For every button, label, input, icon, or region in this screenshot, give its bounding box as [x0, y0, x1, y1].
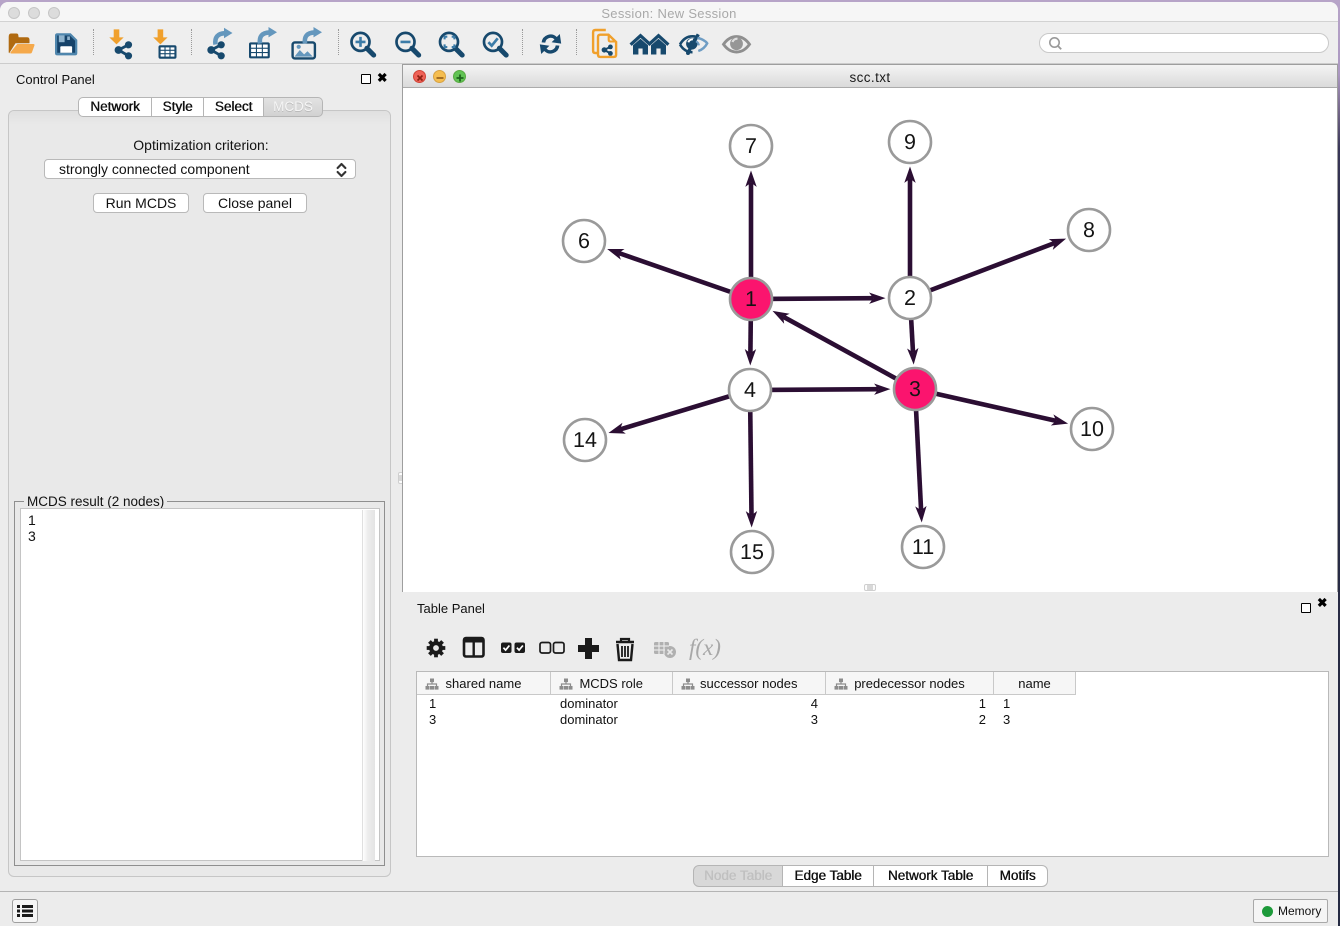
svg-text:11: 11 [912, 535, 934, 559]
svg-text:4: 4 [744, 378, 756, 402]
svg-text:10: 10 [1080, 417, 1104, 441]
svg-text:3: 3 [909, 377, 921, 401]
svg-text:15: 15 [740, 540, 764, 564]
svg-text:7: 7 [745, 134, 757, 158]
svg-text:6: 6 [578, 229, 590, 253]
svg-text:8: 8 [1083, 218, 1095, 242]
svg-text:9: 9 [904, 130, 916, 154]
svg-text:1: 1 [745, 287, 757, 311]
svg-text:2: 2 [904, 286, 916, 310]
svg-text:14: 14 [573, 428, 597, 452]
svg-text:f(x): f(x) [689, 635, 721, 660]
